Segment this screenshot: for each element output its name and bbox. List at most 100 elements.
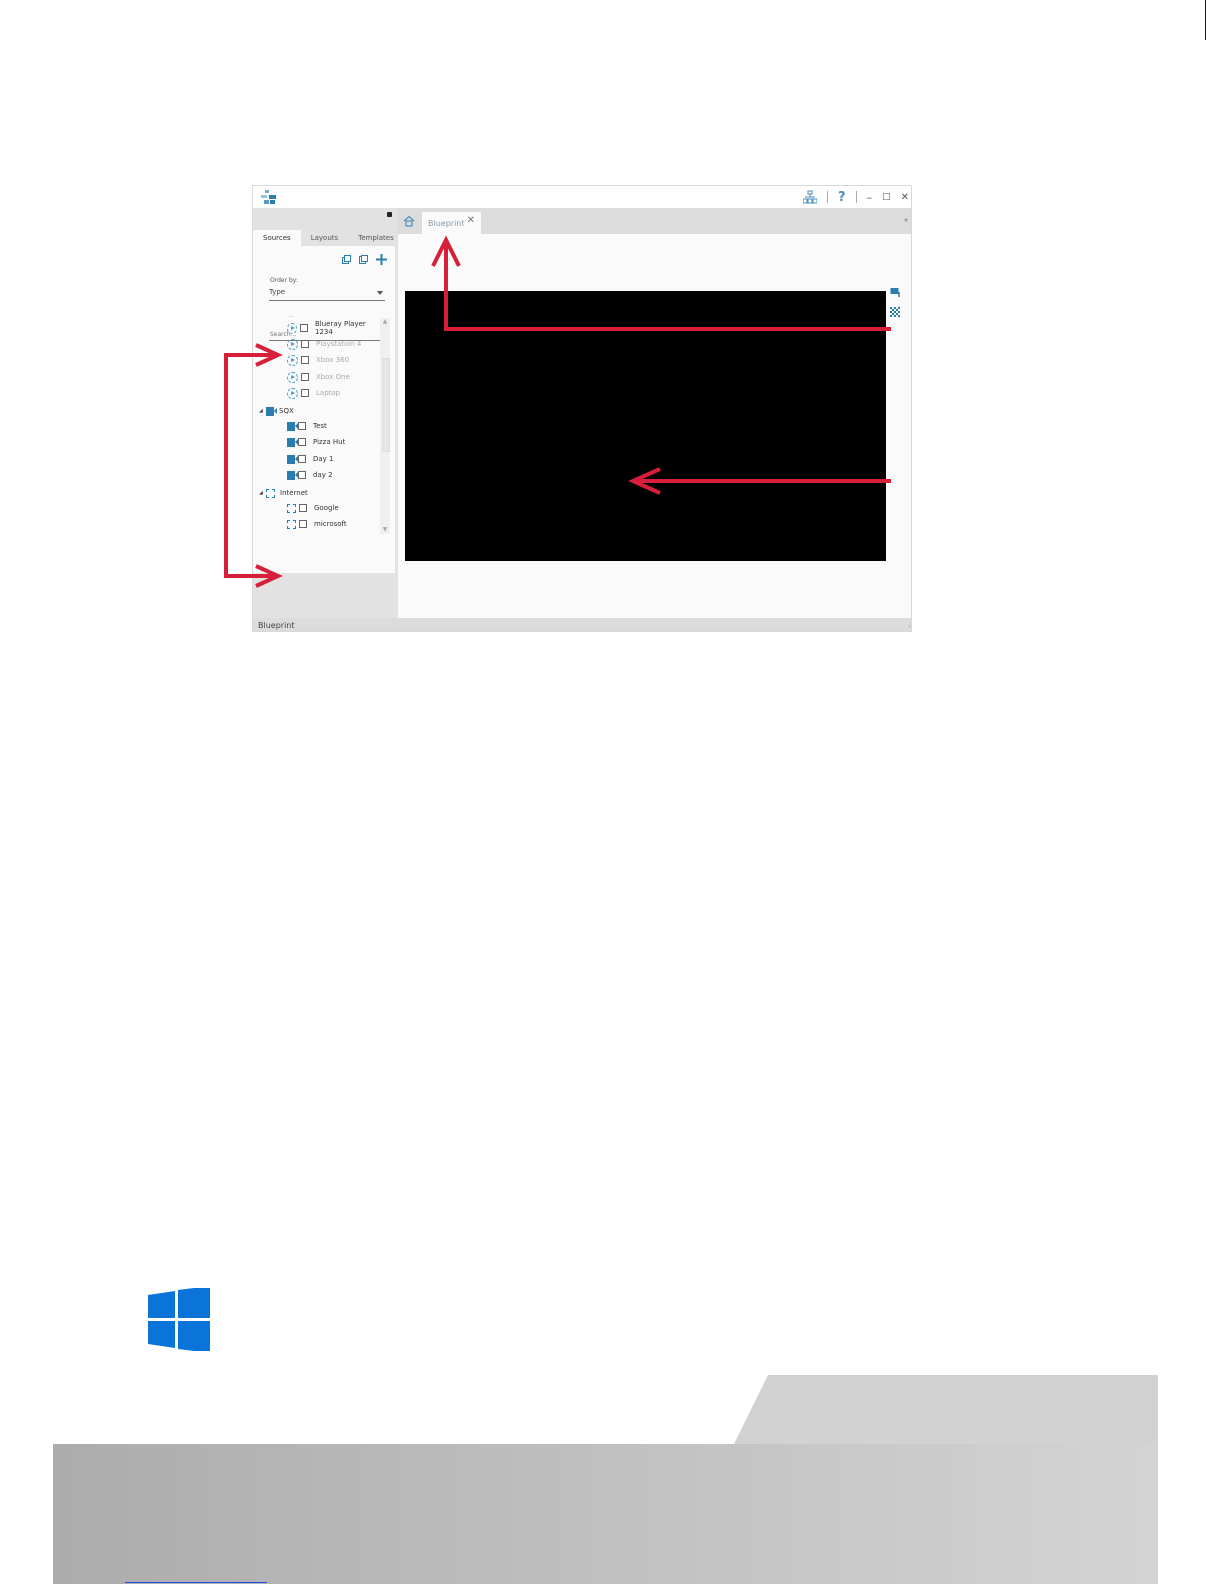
group-label: SQX xyxy=(279,407,294,415)
duplicate-icon[interactable] xyxy=(359,255,368,264)
list-item[interactable]: Google xyxy=(287,501,339,515)
list-item[interactable]: Laptop xyxy=(287,386,340,400)
checkbox[interactable] xyxy=(298,455,306,463)
footer-link-underline[interactable] xyxy=(125,1582,267,1583)
source-tree: ... Blueray Player 1234 Playstation 4 Xb… xyxy=(257,316,381,534)
item-label: Xbox One xyxy=(316,373,350,381)
item-label: Laptop xyxy=(316,389,341,397)
copy-icon[interactable] xyxy=(342,255,351,264)
tab-layouts[interactable]: Layouts xyxy=(301,230,348,246)
checkbox[interactable] xyxy=(298,438,306,446)
checkbox[interactable] xyxy=(300,324,308,332)
checkbox[interactable] xyxy=(299,504,307,512)
list-item[interactable]: microsoft xyxy=(287,517,347,531)
list-item[interactable]: Pizza Hut xyxy=(287,435,345,449)
item-label: Playstation 4 xyxy=(316,340,362,348)
item-label: Xbox 360 xyxy=(316,356,350,364)
title-bar: ? – □ ✕ xyxy=(253,186,911,208)
item-label: Blueray Player 1234 xyxy=(314,320,366,336)
screen-icon[interactable] xyxy=(890,287,900,297)
item-label: Test xyxy=(313,422,327,430)
checkbox[interactable] xyxy=(298,471,306,479)
tree-group[interactable]: ◢ Internet xyxy=(259,486,308,500)
page-edge-line xyxy=(1205,0,1206,40)
title-separator xyxy=(855,191,857,203)
item-label: Google xyxy=(314,504,339,512)
tab-templates[interactable]: Templates xyxy=(348,230,404,246)
checkbox[interactable] xyxy=(298,422,306,430)
expand-triangle-icon[interactable]: ◢ xyxy=(259,408,266,414)
camera-icon xyxy=(287,421,298,431)
list-item[interactable]: Test xyxy=(287,419,327,433)
document-area: Blueprint ✕ ▼ ·· ·· ·· xyxy=(398,208,911,618)
item-label: day 2 xyxy=(313,471,333,479)
item-label: Day 1 xyxy=(313,455,334,463)
list-item[interactable]: day 2 xyxy=(287,468,333,482)
tree-scrollbar[interactable]: ▲ ▼ xyxy=(380,318,390,534)
document-page: ? – □ ✕ Sources Layouts Templates Order … xyxy=(0,0,1224,1584)
window-controls: ? – □ ✕ xyxy=(803,188,909,206)
scroll-thumb[interactable] xyxy=(382,358,390,452)
status-bar: Blueprint .: xyxy=(253,618,911,631)
tab-blueprint[interactable]: Blueprint ✕ xyxy=(422,212,481,234)
scroll-down-icon[interactable]: ▼ xyxy=(381,526,389,534)
internet-icon xyxy=(287,519,296,529)
app-logo-icon xyxy=(261,190,276,204)
chevron-down-icon xyxy=(377,291,383,295)
status-text: Blueprint xyxy=(258,621,295,630)
camera-icon xyxy=(287,437,298,447)
item-label: microsoft xyxy=(314,520,347,528)
player-icon xyxy=(287,338,298,350)
list-item[interactable]: Day 1 xyxy=(287,452,334,466)
order-by-select[interactable]: Type xyxy=(269,288,385,301)
tree-group[interactable]: ◢ SQX xyxy=(259,404,294,418)
sitemap-icon[interactable] xyxy=(803,190,818,204)
checkbox[interactable] xyxy=(301,356,309,364)
player-icon xyxy=(287,387,298,399)
checkbox[interactable] xyxy=(299,520,307,528)
canvas-watermark: ·· ·· ·· xyxy=(874,555,882,559)
add-icon[interactable] xyxy=(376,254,387,265)
list-item[interactable]: Xbox One xyxy=(287,370,350,384)
checkbox[interactable] xyxy=(301,373,309,381)
checkbox[interactable] xyxy=(301,340,309,348)
player-icon xyxy=(287,371,298,383)
checkbox[interactable] xyxy=(301,389,309,397)
footer-band xyxy=(53,1375,1158,1584)
player-icon xyxy=(287,354,298,366)
internet-icon xyxy=(266,488,275,498)
help-icon[interactable]: ? xyxy=(838,190,846,205)
app-screenshot: ? – □ ✕ Sources Layouts Templates Order … xyxy=(252,185,912,632)
windows-logo-icon xyxy=(148,1288,210,1351)
order-by-label: Order by: xyxy=(270,277,298,284)
player-icon xyxy=(287,322,298,334)
group-label: Internet xyxy=(280,489,308,497)
camera-icon xyxy=(287,454,298,464)
scroll-up-icon[interactable]: ▲ xyxy=(381,318,389,326)
source-toolbar xyxy=(342,254,387,265)
close-icon[interactable]: ✕ xyxy=(901,192,909,203)
group-label: ... xyxy=(287,316,294,319)
document-tabs: Blueprint ✕ ▼ xyxy=(398,208,911,234)
sources-panel: Sources Layouts Templates Order by: Type xyxy=(253,208,398,618)
tab-label: Blueprint xyxy=(428,218,465,228)
minimize-icon[interactable]: – xyxy=(867,191,873,204)
resize-grip-icon[interactable]: .: xyxy=(908,622,911,629)
tabs-menu-icon[interactable]: ▼ xyxy=(904,218,908,224)
list-item[interactable]: Playstation 4 xyxy=(287,337,361,351)
internet-icon xyxy=(287,503,296,513)
list-item[interactable]: Blueray Player 1234 xyxy=(287,320,381,336)
list-item[interactable]: Xbox 360 xyxy=(287,353,349,367)
order-by-value: Type xyxy=(269,288,286,296)
close-tab-icon[interactable]: ✕ xyxy=(467,215,475,226)
maximize-icon[interactable]: □ xyxy=(882,192,891,202)
blueprint-canvas[interactable]: ·· ·· ·· xyxy=(405,291,886,561)
lock-icon[interactable] xyxy=(387,212,392,217)
tab-sources[interactable]: Sources xyxy=(253,230,301,246)
panel-tabs: Sources Layouts Templates xyxy=(253,230,398,246)
grid-icon[interactable] xyxy=(890,307,900,317)
item-label: Pizza Hut xyxy=(313,438,346,446)
home-icon[interactable] xyxy=(403,215,415,227)
expand-triangle-icon[interactable]: ◢ xyxy=(259,490,266,496)
title-separator xyxy=(827,191,829,203)
